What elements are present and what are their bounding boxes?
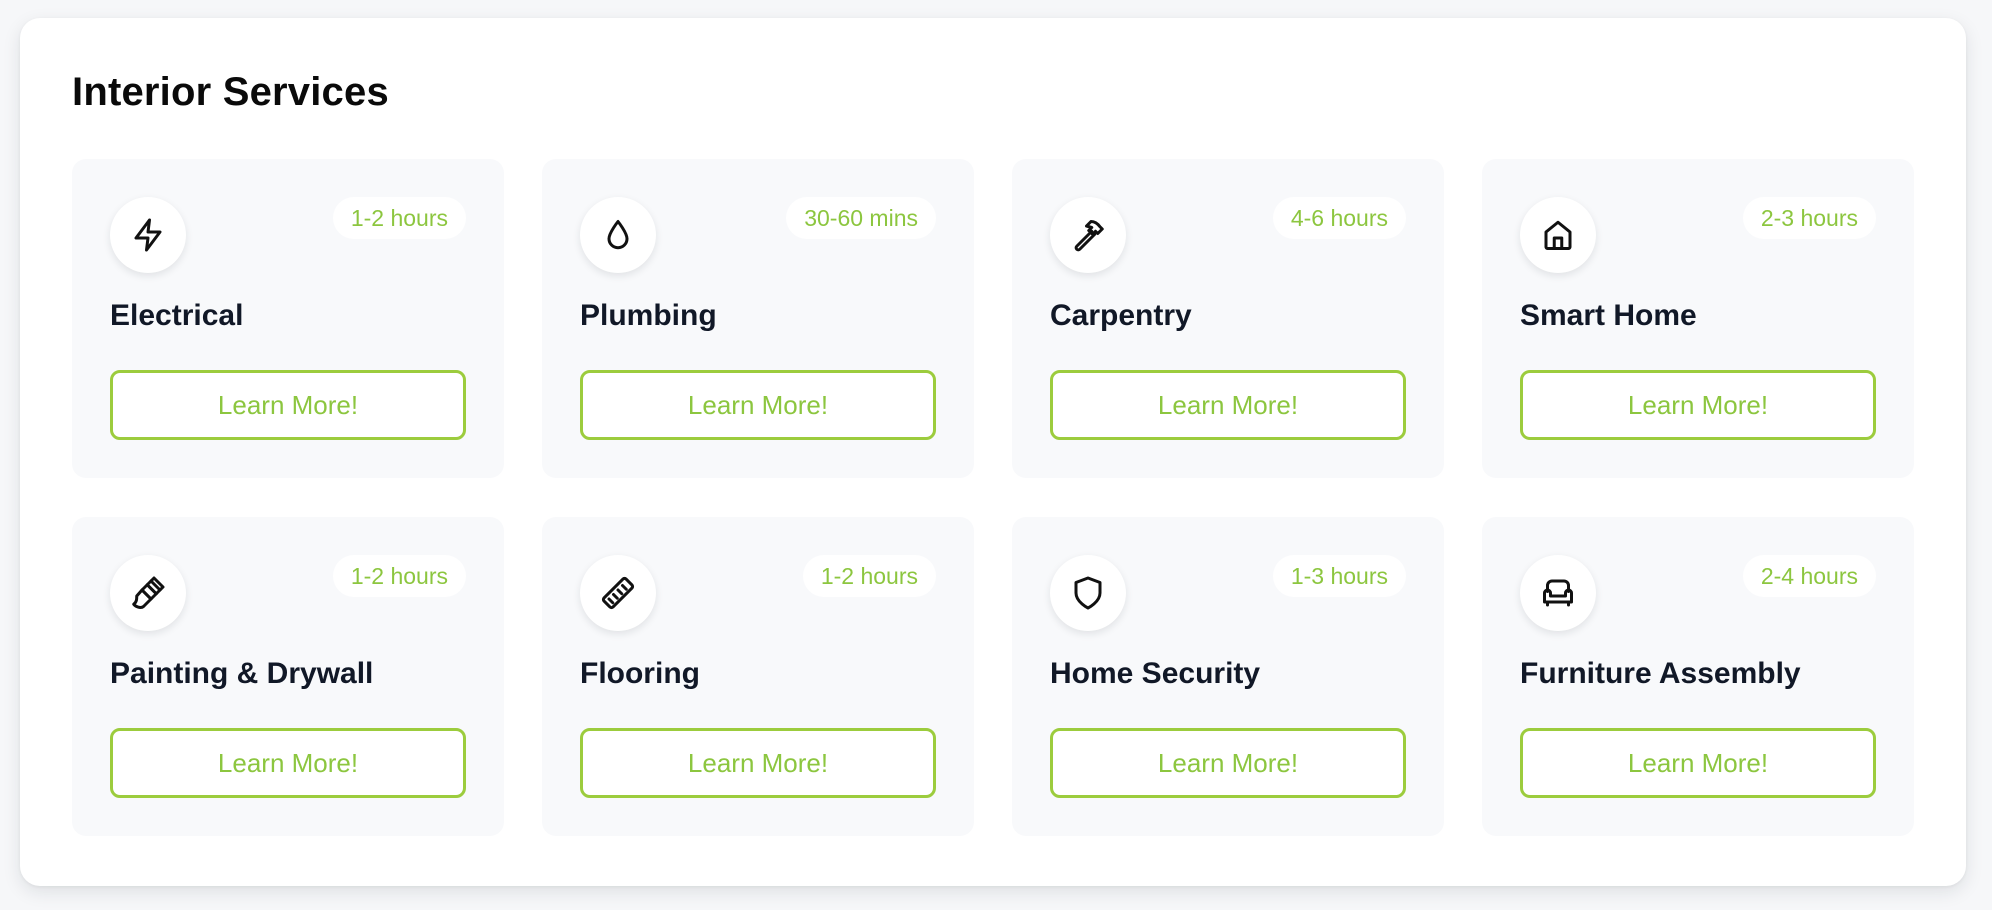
- learn-more-button[interactable]: Learn More!: [1050, 728, 1406, 798]
- duration-badge: 2-4 hours: [1742, 555, 1876, 597]
- ruler-icon: [580, 555, 656, 631]
- service-card-home-security: 1-3 hours Home Security Learn More!: [1012, 517, 1444, 836]
- sofa-icon: [1520, 555, 1596, 631]
- service-title: Home Security: [1050, 657, 1261, 690]
- learn-more-button[interactable]: Learn More!: [580, 728, 936, 798]
- learn-more-button[interactable]: Learn More!: [580, 370, 936, 440]
- shield-icon: [1050, 555, 1126, 631]
- learn-more-button[interactable]: Learn More!: [1520, 728, 1876, 798]
- duration-badge: 1-2 hours: [332, 555, 466, 597]
- service-title: Carpentry: [1050, 299, 1192, 332]
- interior-services-panel: Interior Services 1-2 hours Electrical L…: [20, 18, 1966, 886]
- service-card-furniture-assembly: 2-4 hours Furniture Assembly Learn More!: [1482, 517, 1914, 836]
- droplet-icon: [580, 197, 656, 273]
- learn-more-button[interactable]: Learn More!: [110, 370, 466, 440]
- service-title: Furniture Assembly: [1520, 657, 1801, 690]
- service-card-carpentry: 4-6 hours Carpentry Learn More!: [1012, 159, 1444, 478]
- duration-badge: 1-2 hours: [332, 197, 466, 239]
- learn-more-button[interactable]: Learn More!: [110, 728, 466, 798]
- duration-badge: 2-3 hours: [1742, 197, 1876, 239]
- services-grid: 1-2 hours Electrical Learn More! 30-60 m…: [72, 159, 1914, 836]
- learn-more-button[interactable]: Learn More!: [1050, 370, 1406, 440]
- service-title: Plumbing: [580, 299, 717, 332]
- service-title: Painting & Drywall: [110, 657, 374, 690]
- service-card-flooring: 1-2 hours Flooring Learn More!: [542, 517, 974, 836]
- lightning-icon: [110, 197, 186, 273]
- service-card-electrical: 1-2 hours Electrical Learn More!: [72, 159, 504, 478]
- duration-badge: 4-6 hours: [1272, 197, 1406, 239]
- home-icon: [1520, 197, 1596, 273]
- service-title: Electrical: [110, 299, 244, 332]
- service-title: Flooring: [580, 657, 700, 690]
- duration-badge: 1-2 hours: [802, 555, 936, 597]
- paintbrush-icon: [110, 555, 186, 631]
- service-card-plumbing: 30-60 mins Plumbing Learn More!: [542, 159, 974, 478]
- duration-badge: 1-3 hours: [1272, 555, 1406, 597]
- duration-badge: 30-60 mins: [786, 197, 936, 239]
- learn-more-button[interactable]: Learn More!: [1520, 370, 1876, 440]
- service-card-painting-drywall: 1-2 hours Painting & Drywall Learn More!: [72, 517, 504, 836]
- service-title: Smart Home: [1520, 299, 1697, 332]
- service-card-smart-home: 2-3 hours Smart Home Learn More!: [1482, 159, 1914, 478]
- section-title: Interior Services: [72, 70, 389, 114]
- hammer-icon: [1050, 197, 1126, 273]
